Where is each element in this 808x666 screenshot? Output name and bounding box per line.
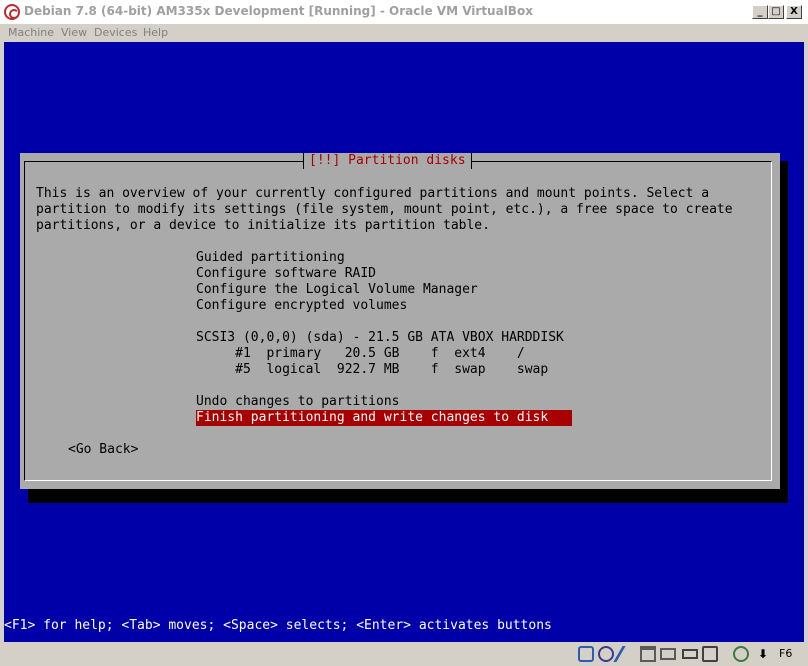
- help-footer: <F1> for help; <Tab> moves; <Space> sele…: [4, 618, 552, 633]
- finish-partitioning-option[interactable]: Finish partitioning and write changes to…: [196, 410, 572, 426]
- usb-icon[interactable]: [613, 646, 639, 662]
- undo-changes-option[interactable]: Undo changes to partitions: [196, 394, 400, 410]
- menu-bar: Machine View Devices Help: [0, 24, 808, 42]
- menu-devices[interactable]: Devices: [94, 26, 137, 39]
- minimize-button[interactable]: _: [752, 5, 768, 19]
- partition-entry-5[interactable]: #5 logical 922.7 MB f swap swap: [196, 362, 548, 378]
- menu-help[interactable]: Help: [143, 26, 168, 39]
- dialog-shadow: [28, 489, 788, 503]
- intro-line-1: This is an overview of your currently co…: [36, 186, 710, 201]
- window-title-bar: Debian 7.8 (64-bit) AM335x Development […: [0, 0, 808, 25]
- host-key-icon[interactable]: [733, 646, 749, 662]
- host-key-label: F6: [779, 647, 793, 660]
- intro-line-3: partitions, or a device to initialize it…: [36, 218, 490, 233]
- go-back-button[interactable]: <Go Back>: [68, 442, 138, 458]
- optical-drive-icon[interactable]: [598, 646, 614, 662]
- debian-logo-icon: [4, 4, 20, 20]
- close-button[interactable]: X: [786, 5, 802, 19]
- disk-entry-sda[interactable]: SCSI3 (0,0,0) (sda) - 21.5 GB ATA VBOX H…: [196, 330, 564, 346]
- maximize-button[interactable]: □: [768, 5, 784, 19]
- partition-entry-1[interactable]: #1 primary 20.5 GB f ext4 /: [196, 346, 525, 362]
- option-encrypted-volumes[interactable]: Configure encrypted volumes: [196, 298, 407, 314]
- intro-line-2: partition to modify its settings (file s…: [36, 202, 733, 217]
- hard-disk-icon[interactable]: [578, 646, 594, 662]
- dialog-shadow-right: [780, 161, 788, 503]
- window-title: Debian 7.8 (64-bit) AM335x Development […: [24, 4, 533, 18]
- capture-icon[interactable]: [702, 646, 718, 662]
- menu-view[interactable]: View: [61, 26, 87, 39]
- option-lvm[interactable]: Configure the Logical Volume Manager: [196, 282, 478, 298]
- status-bar: ⬇ F6: [0, 642, 808, 666]
- network-icon[interactable]: [682, 649, 698, 659]
- display-icon[interactable]: [660, 648, 676, 660]
- menu-machine[interactable]: Machine: [8, 26, 54, 39]
- option-guided-partitioning[interactable]: Guided partitioning: [196, 250, 345, 266]
- arrow-down-icon: ⬇: [757, 647, 769, 661]
- vm-screen[interactable]: [!!] Partition disks This is an overview…: [4, 42, 804, 642]
- shared-folders-icon[interactable]: [640, 646, 656, 662]
- option-software-raid[interactable]: Configure software RAID: [196, 266, 376, 282]
- dialog-title: [!!] Partition disks: [303, 153, 472, 169]
- partition-dialog: [!!] Partition disks This is an overview…: [20, 153, 780, 489]
